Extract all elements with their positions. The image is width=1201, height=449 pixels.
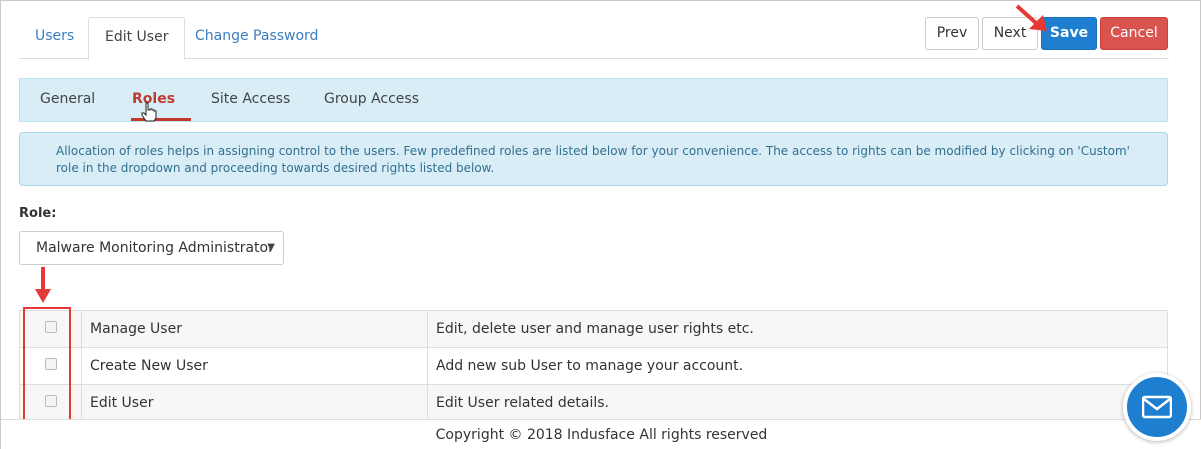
footer: Copyright © 2018 Indusface All rights re… [1, 419, 1201, 449]
annotation-arrow [1015, 4, 1047, 31]
mail-chat-button[interactable] [1123, 373, 1191, 441]
annotation-arrow [35, 267, 51, 303]
envelope-icon [1142, 395, 1172, 419]
edit-user-panel: Users Edit User Change Password Prev Nex… [0, 0, 1201, 449]
annotation-arrows [35, 4, 1047, 303]
copyright-text: Copyright © 2018 Indusface All rights re… [435, 427, 768, 443]
